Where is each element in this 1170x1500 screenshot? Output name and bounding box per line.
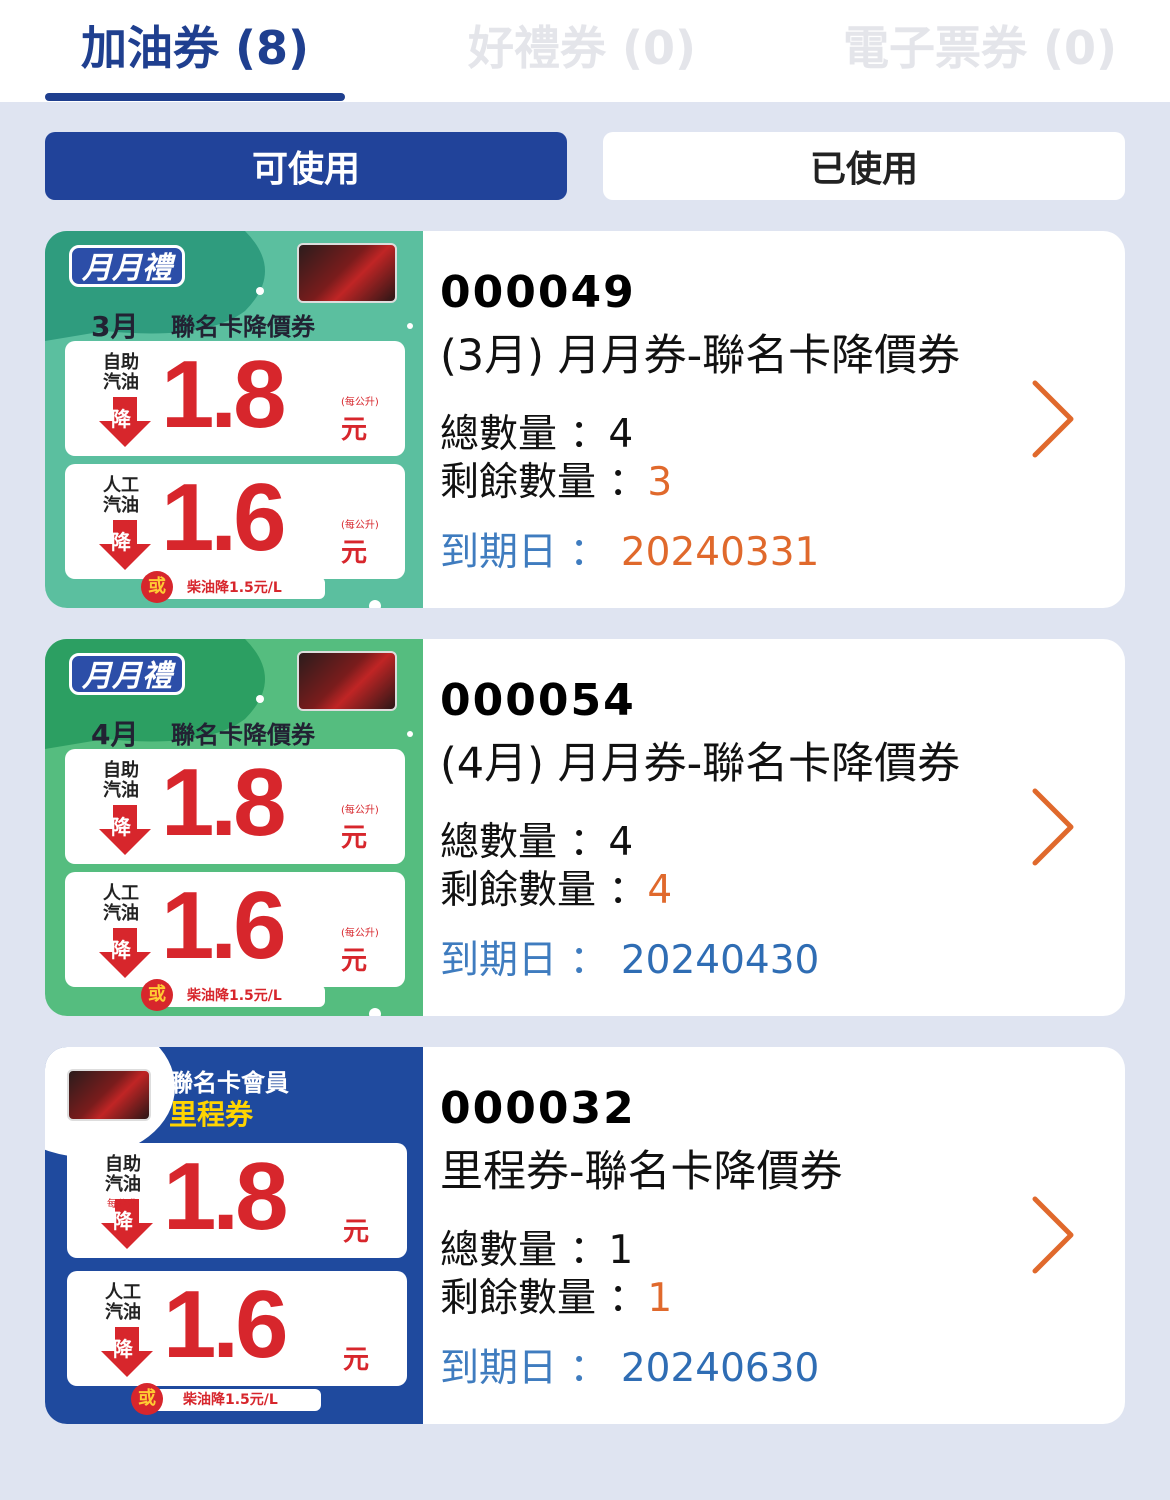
coupon-code: 000049 bbox=[440, 267, 636, 318]
per-liter-label: (每公升) bbox=[341, 520, 379, 531]
expiry-date: 到期日 ： 20240630 bbox=[440, 1337, 819, 1393]
monthly-gift-badge: 月月禮 bbox=[69, 653, 185, 695]
self-service-ticket: 自助 汽油 降 1.8 每公升 元 bbox=[67, 1143, 407, 1258]
manual-service-discount: 1.6 bbox=[161, 464, 286, 571]
coupon-name: (4月) 月月券-聯名卡降價券 bbox=[440, 739, 961, 789]
coupon-card[interactable]: 月月禮 3月 聯名卡降價券 自助 汽油 降 1.8 (每公升) 元 人工 汽油 … bbox=[45, 231, 1125, 608]
unit-label: 元 bbox=[341, 946, 368, 976]
coupon-info: 000054 (4月) 月月券-聯名卡降價券 總數量 ：4 剩餘數量 ：4 到期… bbox=[440, 639, 1040, 1016]
coupon-info: 000049 (3月) 月月券-聯名卡降價券 總數量 ：4 剩餘數量 ：3 到期… bbox=[440, 231, 1040, 608]
coupon-code: 000032 bbox=[440, 1083, 636, 1134]
mileage-label: 里程券 bbox=[169, 1098, 254, 1131]
down-label: 降 bbox=[111, 407, 131, 431]
expiry-value: 20240630 bbox=[620, 1346, 820, 1391]
chevron-right-icon[interactable] bbox=[1031, 787, 1075, 867]
or-badge: 或 bbox=[141, 571, 173, 603]
coupon-image-month: 4月 bbox=[91, 718, 139, 751]
self-service-label: 自助 汽油 bbox=[105, 1154, 141, 1195]
unit-label: 元 bbox=[343, 1345, 370, 1375]
mileage-coupon-header: 聯名卡會員 里程券 bbox=[169, 1067, 289, 1131]
expiry-date: 到期日 ： 20240430 bbox=[440, 929, 819, 985]
remaining-value: 1 bbox=[647, 1276, 673, 1321]
per-liter-label: (每公升) bbox=[341, 805, 379, 816]
remaining-value: 4 bbox=[647, 868, 673, 913]
self-service-discount: 1.8 bbox=[161, 749, 286, 856]
or-badge: 或 bbox=[141, 979, 173, 1011]
coupon-image-subtitle: 聯名卡降價券 bbox=[171, 721, 315, 749]
or-badge: 或 bbox=[131, 1383, 163, 1415]
chevron-right-icon[interactable] bbox=[1031, 1195, 1075, 1275]
self-service-ticket: 自助 汽油 降 1.8 (每公升) 元 bbox=[65, 341, 405, 456]
self-service-discount: 1.8 bbox=[161, 341, 286, 448]
remaining-label: 剩餘數量 ： bbox=[440, 868, 648, 913]
expiry-label: 到期日 ： bbox=[440, 1346, 609, 1391]
coupon-image: 月月禮 3月 聯名卡降價券 自助 汽油 降 1.8 (每公升) 元 人工 汽油 … bbox=[45, 231, 423, 608]
tab-gift-coupons[interactable]: 好禮券 (0) bbox=[432, 18, 732, 78]
self-service-label: 自助 汽油 bbox=[103, 352, 139, 393]
member-label: 聯名卡會員 bbox=[169, 1069, 289, 1097]
manual-service-label: 人工 汽油 bbox=[103, 475, 139, 516]
active-tab-indicator bbox=[45, 93, 345, 101]
remaining-quantity: 剩餘數量 ：1 bbox=[440, 1267, 672, 1323]
expiry-label: 到期日 ： bbox=[440, 530, 609, 575]
remaining-quantity: 剩餘數量 ：3 bbox=[440, 451, 672, 507]
unit-label: 元 bbox=[341, 823, 368, 853]
tab-fuel-coupons[interactable]: 加油券 (8) bbox=[45, 18, 345, 78]
manual-service-ticket: 人工 汽油 降 1.6 (每公升) 元 bbox=[65, 464, 405, 579]
chevron-right-icon[interactable] bbox=[1031, 379, 1075, 459]
per-liter-label: (每公升) bbox=[341, 928, 379, 939]
self-service-discount: 1.8 bbox=[163, 1143, 288, 1250]
self-service-ticket: 自助 汽油 降 1.8 (每公升) 元 bbox=[65, 749, 405, 864]
coupon-name: 里程券-聯名卡降價券 bbox=[440, 1147, 843, 1197]
manual-service-discount: 1.6 bbox=[161, 872, 286, 979]
credit-card-image bbox=[297, 651, 397, 711]
self-service-label: 自助 汽油 bbox=[103, 760, 139, 801]
expiry-label: 到期日 ： bbox=[440, 938, 609, 983]
unit-label: 元 bbox=[343, 1217, 370, 1247]
coupon-code: 000054 bbox=[440, 675, 636, 726]
down-label: 降 bbox=[113, 1337, 133, 1361]
manual-service-discount: 1.6 bbox=[163, 1271, 288, 1378]
manual-service-label: 人工 汽油 bbox=[105, 1282, 141, 1323]
coupon-card[interactable]: 月月禮 4月 聯名卡降價券 自助 汽油 降 1.8 (每公升) 元 人工 汽油 … bbox=[45, 639, 1125, 1016]
remaining-value: 3 bbox=[647, 460, 673, 505]
coupon-card[interactable]: 聯名卡會員 里程券 自助 汽油 降 1.8 每公升 元 人工 汽油 降 1.6 … bbox=[45, 1047, 1125, 1424]
manual-service-label: 人工 汽油 bbox=[103, 883, 139, 924]
tab-e-tickets[interactable]: 電子票券 (0) bbox=[820, 18, 1140, 78]
down-label: 降 bbox=[111, 815, 131, 839]
used-filter-button[interactable]: 已使用 bbox=[603, 132, 1125, 200]
remaining-label: 剩餘數量 ： bbox=[440, 1276, 648, 1321]
coupon-info: 000032 里程券-聯名卡降價券 總數量 ：1 剩餘數量 ：1 到期日 ： 2… bbox=[440, 1047, 1040, 1424]
coupon-image: 聯名卡會員 里程券 自助 汽油 降 1.8 每公升 元 人工 汽油 降 1.6 … bbox=[45, 1047, 423, 1424]
available-filter-button[interactable]: 可使用 bbox=[45, 132, 567, 200]
per-liter-label: 每公升 bbox=[107, 1199, 137, 1210]
expiry-date: 到期日 ： 20240331 bbox=[440, 521, 819, 577]
unit-label: 元 bbox=[341, 415, 368, 445]
coupon-image-subtitle: 聯名卡降價券 bbox=[171, 313, 315, 341]
tab-bar: 加油券 (8) 好禮券 (0) 電子票券 (0) bbox=[0, 0, 1170, 102]
remaining-label: 剩餘數量 ： bbox=[440, 460, 648, 505]
per-liter-label: (每公升) bbox=[341, 397, 379, 408]
manual-service-ticket: 人工 汽油 降 1.6 元 bbox=[67, 1271, 407, 1386]
credit-card-image bbox=[67, 1069, 151, 1121]
credit-card-image bbox=[297, 243, 397, 303]
expiry-value: 20240331 bbox=[620, 530, 820, 575]
coupon-image: 月月禮 4月 聯名卡降價券 自助 汽油 降 1.8 (每公升) 元 人工 汽油 … bbox=[45, 639, 423, 1016]
remaining-quantity: 剩餘數量 ：4 bbox=[440, 859, 672, 915]
coupon-image-month: 3月 bbox=[91, 310, 139, 343]
down-label: 降 bbox=[111, 530, 131, 554]
monthly-gift-badge: 月月禮 bbox=[69, 245, 185, 287]
coupon-name: (3月) 月月券-聯名卡降價券 bbox=[440, 331, 961, 381]
manual-service-ticket: 人工 汽油 降 1.6 (每公升) 元 bbox=[65, 872, 405, 987]
diesel-discount: 柴油降1.5元/L bbox=[141, 1389, 321, 1411]
unit-label: 元 bbox=[341, 538, 368, 568]
down-label: 降 bbox=[111, 938, 131, 962]
expiry-value: 20240430 bbox=[620, 938, 820, 983]
